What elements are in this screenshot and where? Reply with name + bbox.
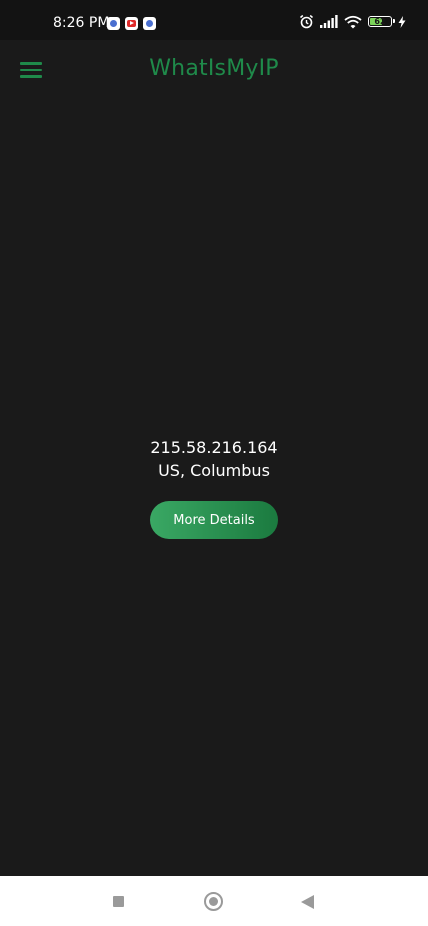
app-notification-icon: [107, 17, 120, 30]
battery-level: 62: [374, 17, 386, 26]
alarm-icon: [300, 14, 313, 29]
app-notification-icon: [143, 17, 156, 30]
ip-address: 215.58.216.164: [150, 438, 278, 457]
more-details-button[interactable]: More Details: [150, 501, 278, 539]
system-icons: 62: [299, 14, 406, 29]
app-bar: WhatIsMyIP: [0, 40, 428, 100]
notification-icons: [107, 17, 156, 30]
wifi-icon: [344, 15, 362, 28]
battery-icon: 62: [368, 16, 395, 27]
signal-icon: [320, 15, 338, 28]
navigation-bar: [0, 876, 428, 926]
screen: 8:26 PM 62 WhatIsMyIP 215.58.216.164 US,…: [0, 0, 428, 926]
app-title: WhatIsMyIP: [149, 56, 279, 81]
recent-apps-icon[interactable]: [113, 896, 124, 907]
status-time: 8:26 PM: [53, 15, 110, 31]
home-icon[interactable]: [204, 892, 223, 911]
youtube-icon: [125, 17, 138, 30]
charging-icon: [398, 15, 406, 28]
status-bar: 8:26 PM 62: [0, 0, 428, 40]
location-text: US, Columbus: [158, 461, 270, 480]
back-icon[interactable]: [301, 895, 314, 909]
